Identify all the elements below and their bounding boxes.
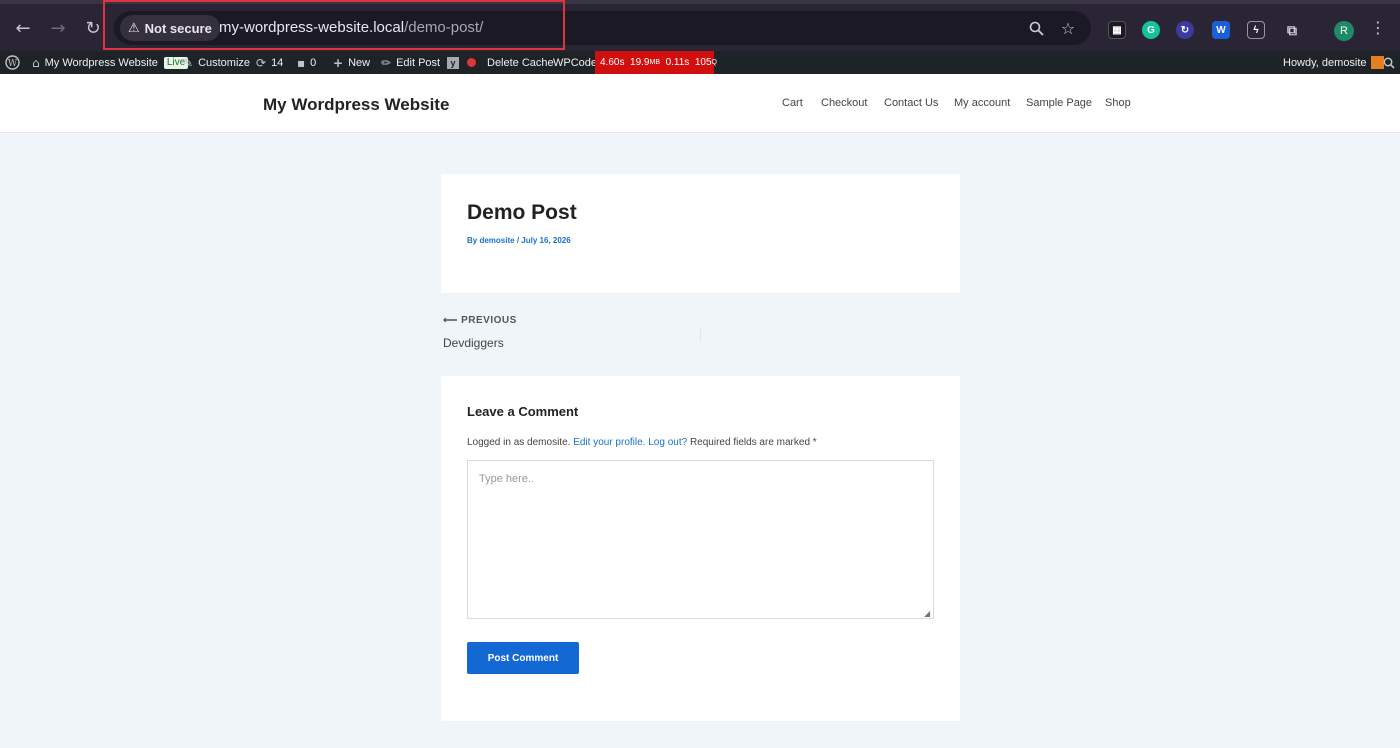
extensions-icon[interactable]: ⧉ bbox=[1283, 21, 1301, 39]
menu-item-cart[interactable]: Cart bbox=[782, 97, 803, 109]
yoast-icon[interactable]: y bbox=[447, 51, 459, 74]
logged-in-note: Logged in as demosite. Edit your profile… bbox=[467, 437, 817, 448]
updates-count: 14 bbox=[271, 56, 284, 69]
back-icon[interactable]: ← bbox=[11, 16, 35, 40]
adminbar-wpcode[interactable]: WPCode bbox=[553, 51, 597, 74]
edit-post-label: Edit Post bbox=[396, 56, 441, 69]
seo-status-dot-icon bbox=[467, 51, 476, 74]
post-meta: By demosite / July 16, 2026 bbox=[467, 236, 571, 245]
post-by-label: By bbox=[467, 236, 478, 245]
adminbar-edit-post[interactable]: ✏ Edit Post bbox=[381, 51, 440, 74]
sync-extension-icon[interactable]: ↻ bbox=[1176, 21, 1194, 39]
adminbar-delete-cache[interactable]: Delete Cache bbox=[487, 51, 554, 74]
svg-text:W: W bbox=[8, 59, 18, 69]
comments-count: 0 bbox=[310, 56, 317, 69]
qm-queries-unit: Q bbox=[711, 59, 717, 66]
resize-grip-icon[interactable]: ◢ bbox=[924, 609, 930, 618]
logged-in-text: Logged in as demosite. bbox=[467, 437, 571, 448]
delete-cache-label: Delete Cache bbox=[487, 56, 554, 69]
qm-queries: 105 bbox=[694, 57, 712, 68]
grammarly-extension-icon[interactable]: G bbox=[1142, 21, 1160, 39]
menu-item-contact-us[interactable]: Contact Us bbox=[884, 97, 938, 109]
menu-item-sample-page[interactable]: Sample Page bbox=[1026, 97, 1092, 109]
wordpress-logo-icon[interactable]: W bbox=[5, 51, 20, 74]
howdy-label: Howdy, demosite bbox=[1283, 56, 1367, 69]
adminbar-howdy[interactable]: Howdy, demosite bbox=[1283, 51, 1384, 74]
post-title: Demo Post bbox=[467, 201, 577, 224]
comment-heading: Leave a Comment bbox=[467, 404, 579, 419]
site-header: My Wordpress Website Cart Checkout Conta… bbox=[0, 74, 1400, 133]
adminbar-comments[interactable]: ▪ 0 bbox=[297, 51, 316, 74]
menu-item-my-account[interactable]: My account bbox=[954, 97, 1010, 109]
dashboard-icon: ⌂ bbox=[32, 55, 40, 70]
star-icon[interactable]: ☆ bbox=[1057, 17, 1079, 39]
forward-icon[interactable]: → bbox=[46, 16, 70, 40]
qm-db-time: 0.11s bbox=[665, 57, 690, 68]
menu-item-shop[interactable]: Shop bbox=[1105, 97, 1131, 109]
post-comment-button[interactable]: Post Comment bbox=[467, 642, 579, 674]
url-highlight-box bbox=[103, 0, 565, 50]
post-date: July 16, 2026 bbox=[521, 236, 571, 245]
bolt-extension-icon[interactable]: ϟ bbox=[1247, 21, 1265, 39]
required-fields-note: Required fields are marked * bbox=[689, 437, 817, 448]
brush-icon: ✎ bbox=[183, 55, 194, 70]
customize-label: Customize bbox=[198, 56, 251, 69]
grid-extension-icon[interactable]: ▦ bbox=[1108, 21, 1126, 39]
qm-memory-unit: MB bbox=[649, 59, 661, 66]
new-label: New bbox=[348, 56, 371, 69]
previous-post-label[interactable]: ⟵ PREVIOUS bbox=[443, 315, 517, 326]
post-card: Demo Post By demosite / July 16, 2026 bbox=[441, 174, 960, 293]
reload-icon[interactable]: ↻ bbox=[81, 16, 105, 40]
logout-link[interactable]: Log out? bbox=[648, 437, 687, 448]
zoom-icon[interactable] bbox=[1025, 17, 1047, 39]
post-author-link[interactable]: demosite bbox=[479, 236, 514, 245]
word-extension-icon[interactable]: W bbox=[1212, 21, 1230, 39]
adminbar-site-name[interactable]: ⌂ My Wordpress Website Live bbox=[32, 51, 189, 74]
previous-label-text: PREVIOUS bbox=[461, 315, 517, 326]
menu-icon[interactable]: ⋮ bbox=[1370, 18, 1386, 37]
comment-card: Leave a Comment Logged in as demosite. E… bbox=[441, 376, 960, 721]
query-monitor-stats[interactable]: 4.60s 19.9 MB 0.11s 105 Q bbox=[595, 51, 717, 74]
user-avatar bbox=[1370, 56, 1384, 69]
wpcode-label: WPCode bbox=[553, 56, 598, 69]
adminbar-new[interactable]: + New bbox=[333, 51, 370, 74]
adminbar-customize[interactable]: ✎ Customize bbox=[183, 51, 250, 74]
profile-avatar[interactable]: R bbox=[1334, 21, 1354, 41]
edit-profile-link[interactable]: Edit your profile. bbox=[573, 437, 645, 448]
comment-icon: ▪ bbox=[297, 55, 306, 70]
qm-memory: 19.9 bbox=[630, 57, 650, 68]
left-arrow-icon: ⟵ bbox=[443, 315, 458, 326]
plus-icon: + bbox=[333, 55, 344, 70]
qm-time: 4.60s bbox=[600, 57, 625, 68]
comment-textarea[interactable] bbox=[467, 460, 934, 619]
site-name-label: My Wordpress Website bbox=[44, 56, 158, 69]
adminbar-updates[interactable]: ⟳ 14 bbox=[256, 51, 283, 74]
pencil-icon: ✏ bbox=[381, 55, 392, 70]
menu-item-checkout[interactable]: Checkout bbox=[821, 97, 867, 109]
site-title[interactable]: My Wordpress Website bbox=[263, 95, 449, 115]
post-meta-separator: / bbox=[516, 236, 520, 245]
previous-post-title[interactable]: Devdiggers bbox=[443, 336, 504, 350]
post-nav-divider bbox=[700, 328, 701, 342]
search-icon[interactable] bbox=[1383, 51, 1395, 74]
updates-icon: ⟳ bbox=[256, 55, 267, 70]
